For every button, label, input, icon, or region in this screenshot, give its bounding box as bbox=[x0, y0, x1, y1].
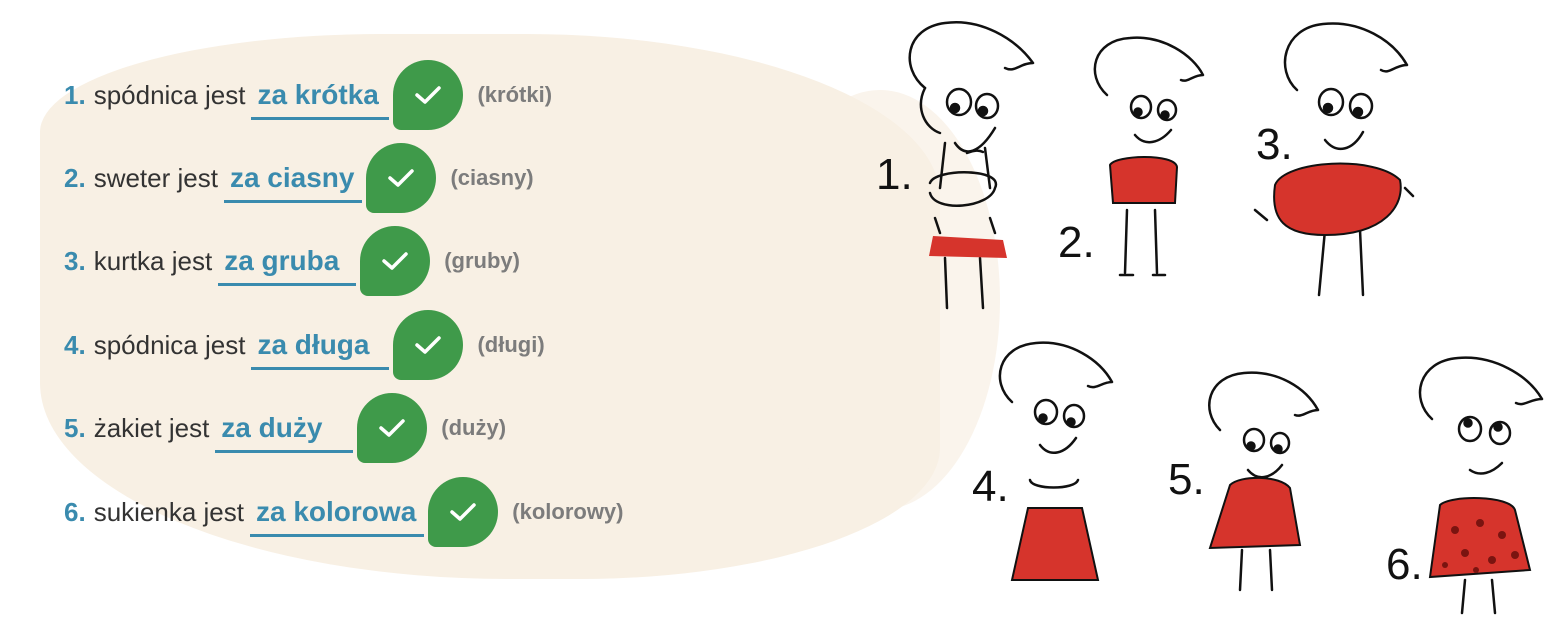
figure-label-1: 1. bbox=[876, 150, 913, 199]
figure-label-3: 3. bbox=[1256, 120, 1293, 169]
hint-text: (gruby) bbox=[444, 248, 520, 273]
checkmark-icon bbox=[357, 393, 428, 463]
item-number: 6. bbox=[64, 496, 86, 527]
exercise-row-4: 4. spódnica jest za długa (długi) bbox=[64, 310, 545, 380]
checkmark-icon bbox=[393, 310, 464, 380]
hint-text: (ciasny) bbox=[450, 165, 534, 190]
exercise-row-5: 5. żakiet jest za duży (duży) bbox=[64, 393, 507, 463]
item-number: 5. bbox=[64, 412, 86, 443]
woman-long-skirt-illustration bbox=[998, 341, 1114, 581]
figure-label-6: 6. bbox=[1386, 540, 1423, 589]
item-number: 3. bbox=[64, 245, 86, 276]
exercise-row-2: 2. sweter jest za ciasny (ciasny) bbox=[64, 143, 534, 213]
checkmark-icon bbox=[393, 60, 464, 130]
figure-label-5: 5. bbox=[1168, 455, 1205, 504]
woman-colorful-dress-illustration bbox=[1418, 356, 1544, 615]
woman-tight-sweater-illustration bbox=[1093, 36, 1205, 277]
figure-label-4: 4. bbox=[972, 462, 1009, 511]
item-number: 4. bbox=[64, 329, 86, 360]
figure-label-2: 2. bbox=[1058, 218, 1095, 267]
hint-text: (długi) bbox=[477, 332, 545, 357]
item-prompt: sweter jest bbox=[93, 162, 218, 193]
item-prompt: żakiet jest bbox=[93, 412, 210, 443]
item-number: 2. bbox=[64, 162, 86, 193]
exercise-row-3: 3. kurtka jest za gruba (gruby) bbox=[64, 226, 520, 296]
item-prompt: sukienka jest bbox=[93, 496, 244, 527]
answer-field[interactable]: za ciasny bbox=[223, 162, 363, 203]
hint-text: (kolorowy) bbox=[512, 499, 624, 524]
checkmark-icon bbox=[360, 226, 431, 296]
item-number: 1. bbox=[64, 79, 86, 110]
item-prompt: kurtka jest bbox=[93, 245, 213, 276]
exercise-row-1: 1. spódnica jest za krótka (krótki) bbox=[64, 60, 553, 130]
woman-big-jacket-illustration bbox=[1208, 371, 1320, 592]
checkmark-icon bbox=[428, 477, 499, 547]
answer-field[interactable]: za duży bbox=[215, 412, 354, 453]
exercise-row-6: 6. sukienka jest za kolorowa (kolorowy) bbox=[64, 477, 624, 547]
answer-field[interactable]: za gruba bbox=[218, 245, 357, 286]
answer-field[interactable]: za krótka bbox=[251, 79, 390, 120]
item-prompt: spódnica jest bbox=[93, 79, 246, 110]
answer-field[interactable]: za kolorowa bbox=[250, 496, 425, 537]
answer-field[interactable]: za długa bbox=[251, 329, 390, 370]
hint-text: (krótki) bbox=[477, 82, 553, 107]
woman-short-skirt-illustration bbox=[908, 20, 1035, 310]
hint-text: (duży) bbox=[441, 415, 507, 440]
checkmark-icon bbox=[366, 143, 437, 213]
item-prompt: spódnica jest bbox=[93, 329, 246, 360]
